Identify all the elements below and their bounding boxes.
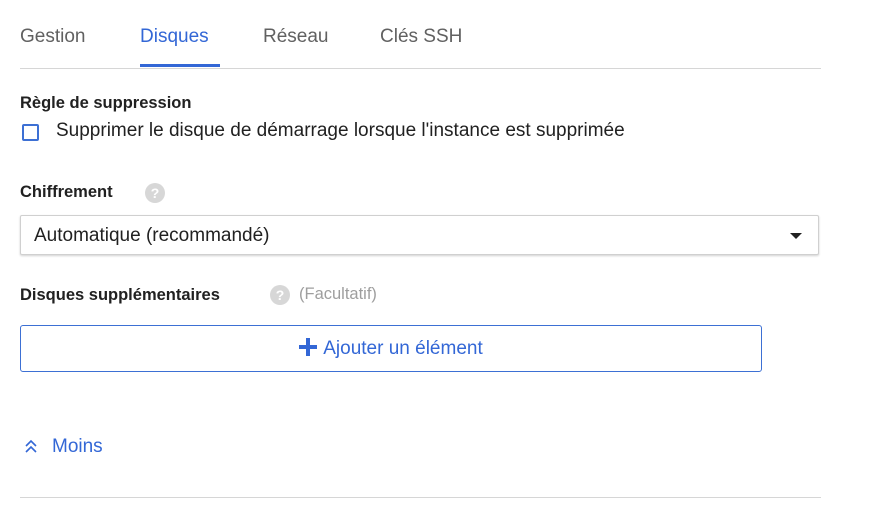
- active-tab-indicator: [140, 64, 220, 67]
- help-icon[interactable]: ?: [145, 183, 165, 203]
- encryption-title: Chiffrement: [20, 183, 113, 201]
- encryption-selected-value: Automatique (recommandé): [34, 225, 270, 246]
- delete-boot-disk-checkbox[interactable]: [22, 124, 39, 141]
- add-disk-button-label: Ajouter un élément: [323, 338, 483, 359]
- deletion-rule-title: Règle de suppression: [20, 94, 192, 112]
- chevron-up-double-icon: [25, 439, 37, 453]
- caret-down-icon: [790, 233, 802, 239]
- tab-disques[interactable]: Disques: [140, 26, 209, 48]
- add-disk-button-content: Ajouter un élément: [21, 338, 761, 360]
- delete-boot-disk-label[interactable]: Supprimer le disque de démarrage lorsque…: [56, 120, 625, 142]
- additional-disks-title: Disques supplémentaires: [20, 286, 220, 304]
- plus-icon: [299, 338, 318, 356]
- disks-panel: Gestion Disques Réseau Clés SSH Règle de…: [20, 0, 821, 522]
- less-link-label: Moins: [52, 436, 103, 457]
- optional-label: (Facultatif): [299, 285, 377, 303]
- bottom-divider: [20, 497, 821, 498]
- tab-cles-ssh[interactable]: Clés SSH: [380, 26, 462, 48]
- tab-reseau[interactable]: Réseau: [263, 26, 329, 48]
- tab-gestion[interactable]: Gestion: [20, 26, 85, 48]
- tab-bar: Gestion Disques Réseau Clés SSH: [20, 0, 821, 69]
- add-disk-button[interactable]: Ajouter un élément: [20, 325, 762, 372]
- help-icon[interactable]: ?: [270, 285, 290, 305]
- encryption-select[interactable]: Automatique (recommandé): [20, 215, 819, 255]
